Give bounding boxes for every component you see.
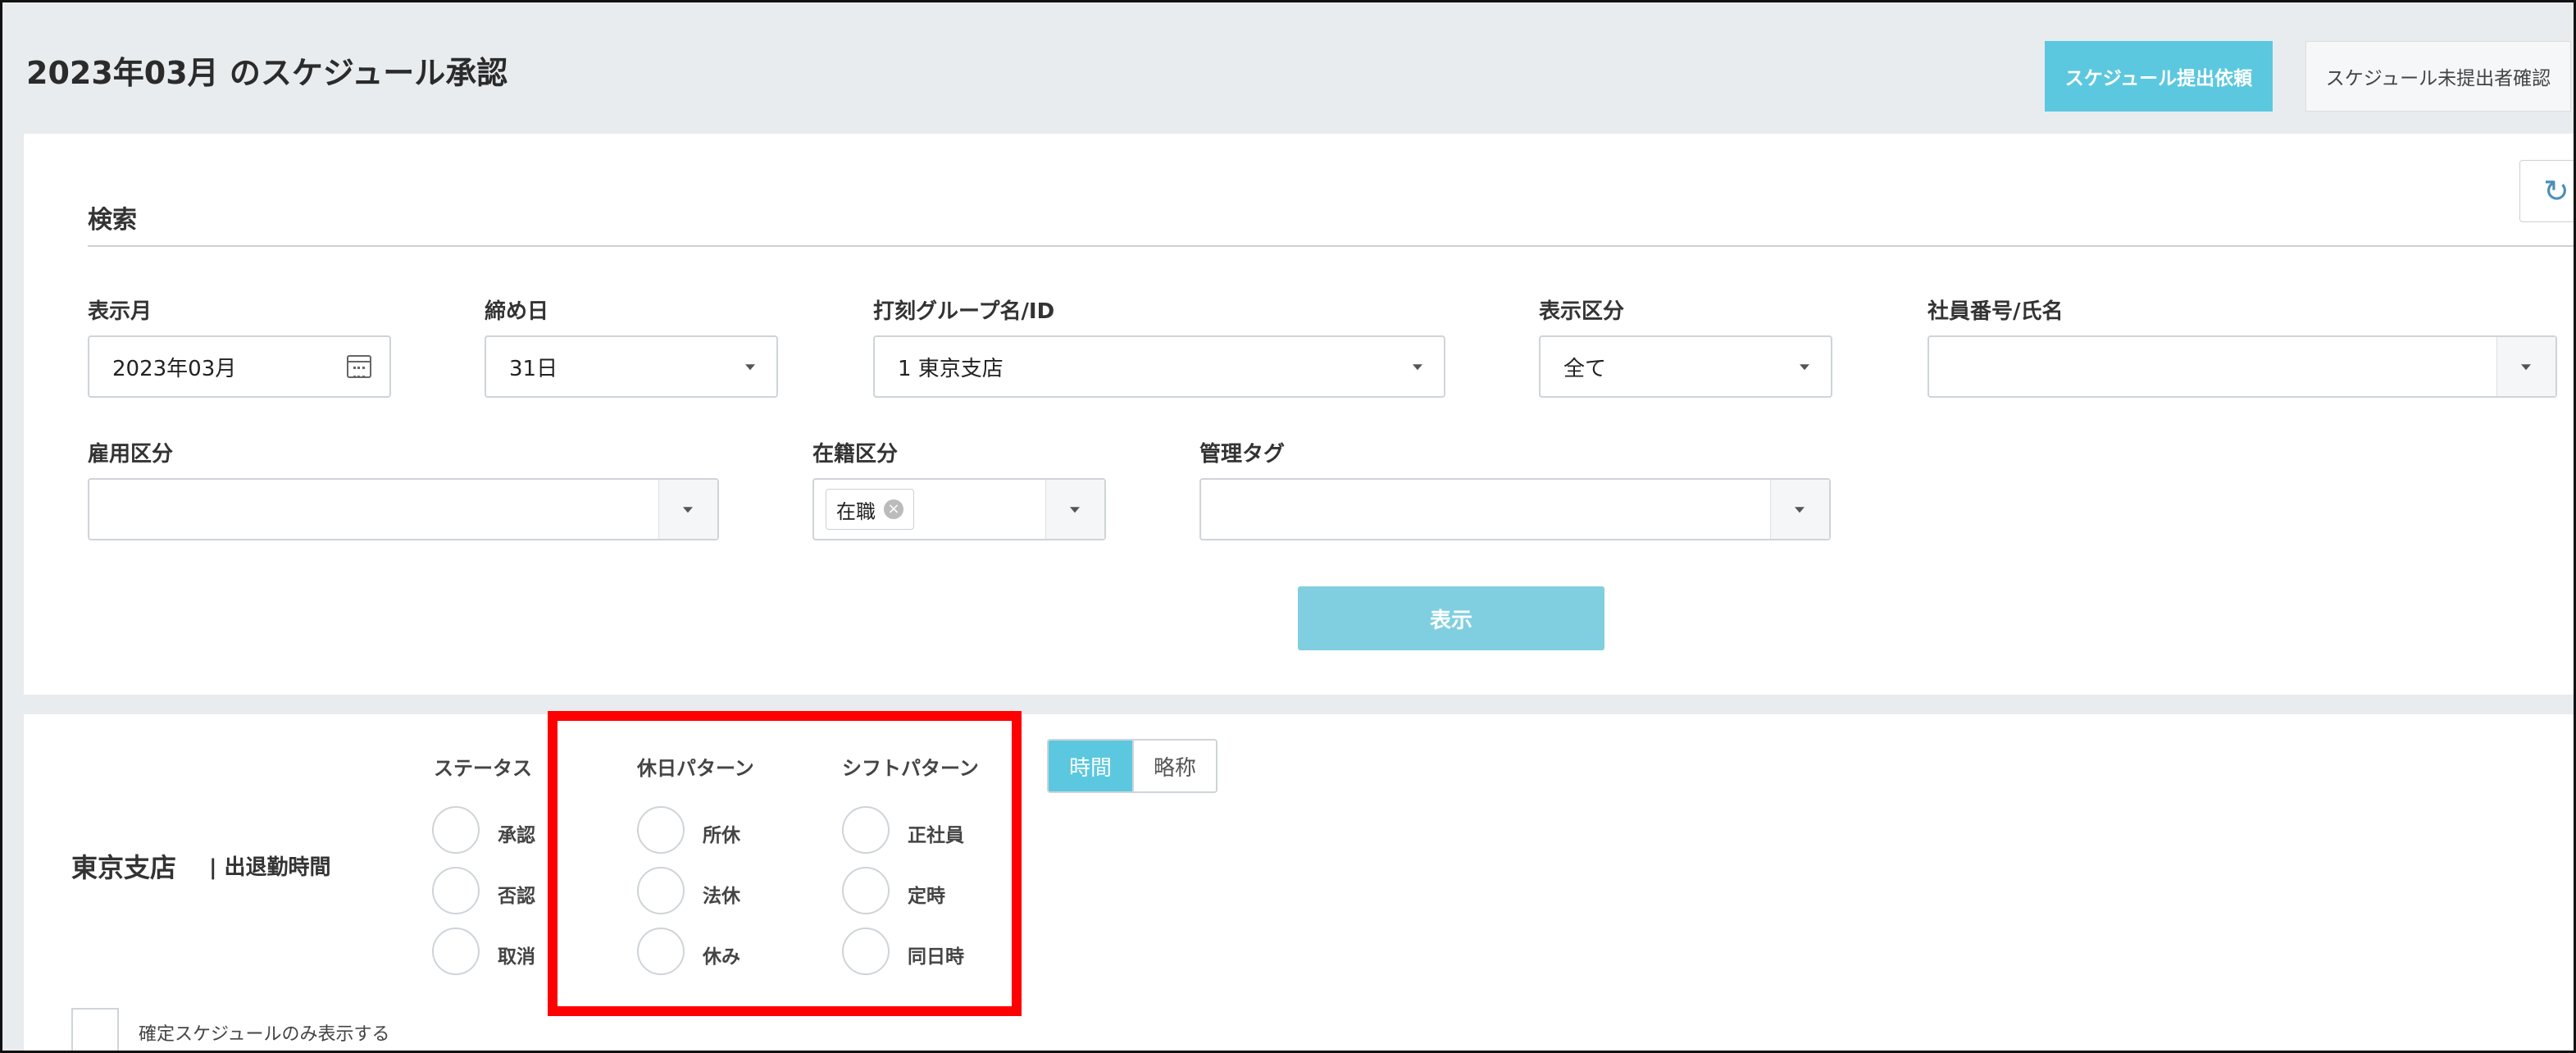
- toggle-abbr[interactable]: 略称: [1132, 741, 1216, 791]
- status-radio-reject[interactable]: [432, 867, 480, 914]
- chevron-down-icon: [745, 364, 755, 371]
- management-tag-label: 管理タグ: [1199, 442, 1286, 467]
- group-select[interactable]: 1 東京支店: [873, 335, 1445, 398]
- dropdown-toggle[interactable]: [1045, 480, 1104, 539]
- close-icon[interactable]: ×: [884, 499, 903, 519]
- employment-type-label: 雇用区分: [88, 442, 174, 467]
- confirmed-only-checkbox[interactable]: [71, 1008, 119, 1051]
- status-radio-approve[interactable]: [432, 806, 480, 854]
- status-label-reject: 否認: [498, 886, 535, 907]
- dropdown-toggle[interactable]: [658, 480, 717, 539]
- closing-day-select[interactable]: 31日: [485, 335, 778, 398]
- closing-day-value: 31日: [509, 356, 558, 381]
- enrollment-tag-label: 在職: [836, 499, 876, 523]
- enrollment-label: 在籍区分: [812, 442, 899, 467]
- status-label-cancel: 取消: [498, 946, 535, 968]
- status-label-approve: 承認: [498, 825, 535, 846]
- display-type-select[interactable]: 全て: [1539, 335, 1832, 398]
- enrollment-tag[interactable]: 在職 ×: [826, 489, 914, 530]
- dropdown-toggle[interactable]: [2496, 337, 2556, 396]
- display-button[interactable]: 表示: [1298, 586, 1604, 650]
- enrollment-select[interactable]: 在職 ×: [812, 478, 1106, 540]
- display-month-value: 2023年03月: [112, 356, 237, 381]
- chevron-down-icon: [1070, 507, 1080, 513]
- highlight-box: [548, 711, 1022, 1016]
- status-header: ステータス: [434, 757, 532, 780]
- status-radio-cancel[interactable]: [432, 928, 480, 975]
- display-month-input[interactable]: 2023年03月: [88, 335, 391, 398]
- employment-type-select[interactable]: [88, 478, 719, 540]
- page-header: 2023年03月 のスケジュール承認 スケジュール提出依頼 スケジュール未提出者…: [5, 5, 2574, 134]
- chevron-down-icon: [1413, 364, 1422, 371]
- display-type-value: 全て: [1563, 356, 1607, 381]
- unsubmitted-check-button[interactable]: スケジュール未提出者確認: [2305, 41, 2571, 112]
- employee-label: 社員番号/氏名: [1927, 299, 2064, 324]
- refresh-icon[interactable]: ↻: [2519, 160, 2574, 222]
- chevron-down-icon: [1800, 364, 1809, 371]
- closing-day-label: 締め日: [485, 299, 549, 324]
- calendar-icon[interactable]: [347, 355, 371, 378]
- employee-select[interactable]: [1927, 335, 2557, 398]
- display-mode-toggle: 時間 略称: [1047, 739, 1217, 793]
- schedule-request-button[interactable]: スケジュール提出依頼: [2045, 41, 2273, 112]
- results-panel: 東京支店 | 出退勤時間 ステータス 承認 否認 取消 休日パターン 所休 法休…: [24, 714, 2574, 1051]
- search-divider: [88, 245, 2574, 247]
- toggle-time[interactable]: 時間: [1049, 741, 1132, 791]
- page-title: 2023年03月 のスケジュール承認: [26, 55, 508, 91]
- store-subtitle: | 出退勤時間: [209, 855, 331, 880]
- display-type-label: 表示区分: [1539, 299, 1625, 324]
- chevron-down-icon: [683, 507, 693, 513]
- app-frame: 2023年03月 のスケジュール承認 スケジュール提出依頼 スケジュール未提出者…: [0, 0, 2576, 1053]
- search-panel: 検索 ↻ 表示月 2023年03月 締め日 31日 打刻グループ名/ID 1 東…: [24, 134, 2574, 695]
- management-tag-select[interactable]: [1199, 478, 1831, 540]
- display-month-label: 表示月: [88, 299, 152, 324]
- store-name: 東京支店: [71, 852, 177, 883]
- chevron-down-icon: [2521, 364, 2531, 371]
- group-value: 1 東京支店: [898, 356, 1004, 381]
- search-title: 検索: [88, 206, 137, 235]
- chevron-down-icon: [1795, 507, 1805, 513]
- confirmed-only-label: 確定スケジュールのみ表示する: [139, 1024, 390, 1045]
- dropdown-toggle[interactable]: [1770, 480, 1829, 539]
- group-label: 打刻グループ名/ID: [873, 299, 1055, 324]
